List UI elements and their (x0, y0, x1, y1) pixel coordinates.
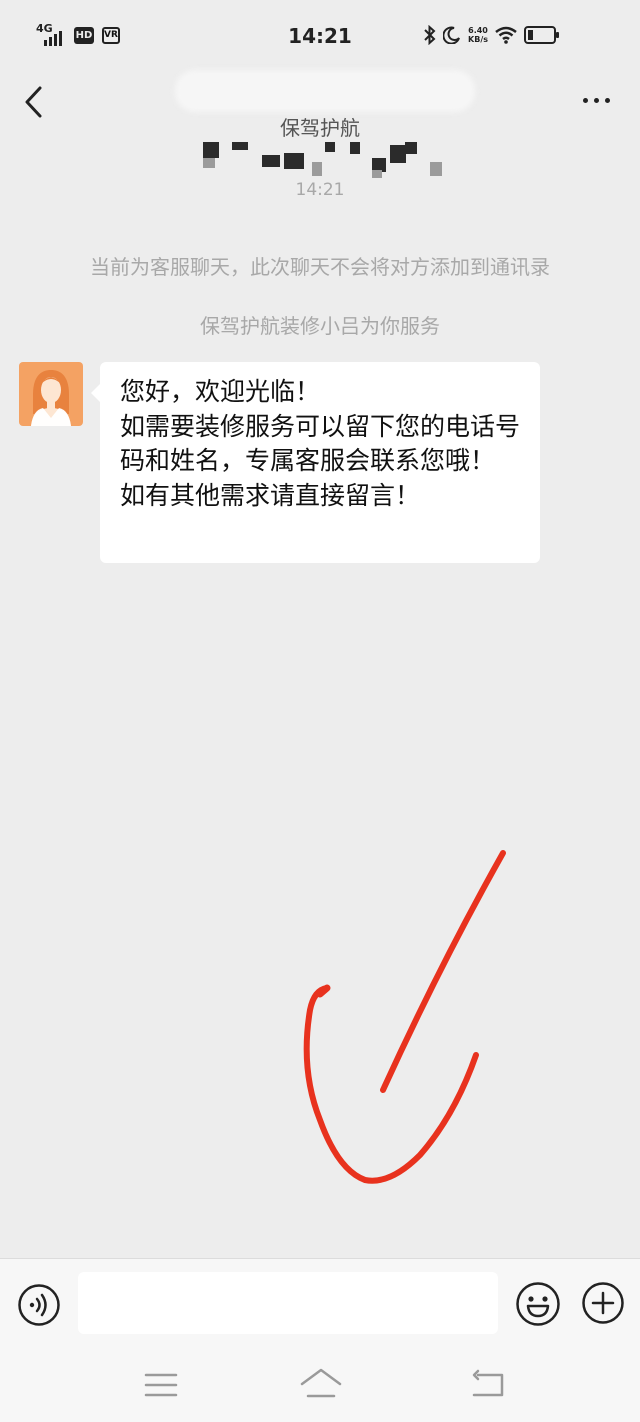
nav-back-icon[interactable] (470, 1368, 506, 1400)
woman-avatar-icon (19, 362, 83, 426)
system-nav-bar (0, 1348, 640, 1422)
more-functions-plus-icon[interactable] (581, 1281, 625, 1325)
system-notice: 当前为客服聊天，此次聊天不会将对方添加到通讯录 (90, 255, 550, 279)
wifi-icon (495, 26, 517, 44)
net-speed: 6.40 KB/s (468, 26, 488, 44)
input-bar (0, 1258, 640, 1348)
message-timestamp: 14:21 (295, 180, 345, 200)
red-arrow-annotation (303, 850, 506, 1184)
chat-header: 保驾护航 (0, 70, 640, 178)
chat-subtitle: 保驾护航 (280, 116, 360, 140)
moon-icon (443, 26, 460, 44)
message-input[interactable] (78, 1272, 498, 1334)
emoji-icon[interactable] (515, 1281, 561, 1327)
menu-icon[interactable] (143, 1370, 179, 1400)
status-right: 6.40 KB/s (424, 25, 560, 45)
more-options-icon[interactable] (583, 98, 610, 103)
status-bar: 4G HD VR 14:21 6.40 KB/s (0, 0, 640, 70)
bluetooth-icon (424, 25, 436, 45)
voice-input-icon[interactable] (17, 1283, 61, 1327)
home-icon[interactable] (299, 1366, 343, 1402)
message-bubble[interactable]: 您好，欢迎光临！ 如需要装修服务可以留下您的电话号码和姓名，专属客服会联系您哦！… (91, 362, 540, 563)
battery-icon (524, 26, 559, 44)
service-notice: 保驾护航装修小吕为你服务 (200, 314, 440, 338)
message-text: 您好，欢迎光临！ 如需要装修服务可以留下您的电话号码和姓名，专属客服会联系您哦！… (120, 377, 521, 510)
redacted-title (175, 70, 475, 112)
service-avatar[interactable] (19, 362, 83, 426)
